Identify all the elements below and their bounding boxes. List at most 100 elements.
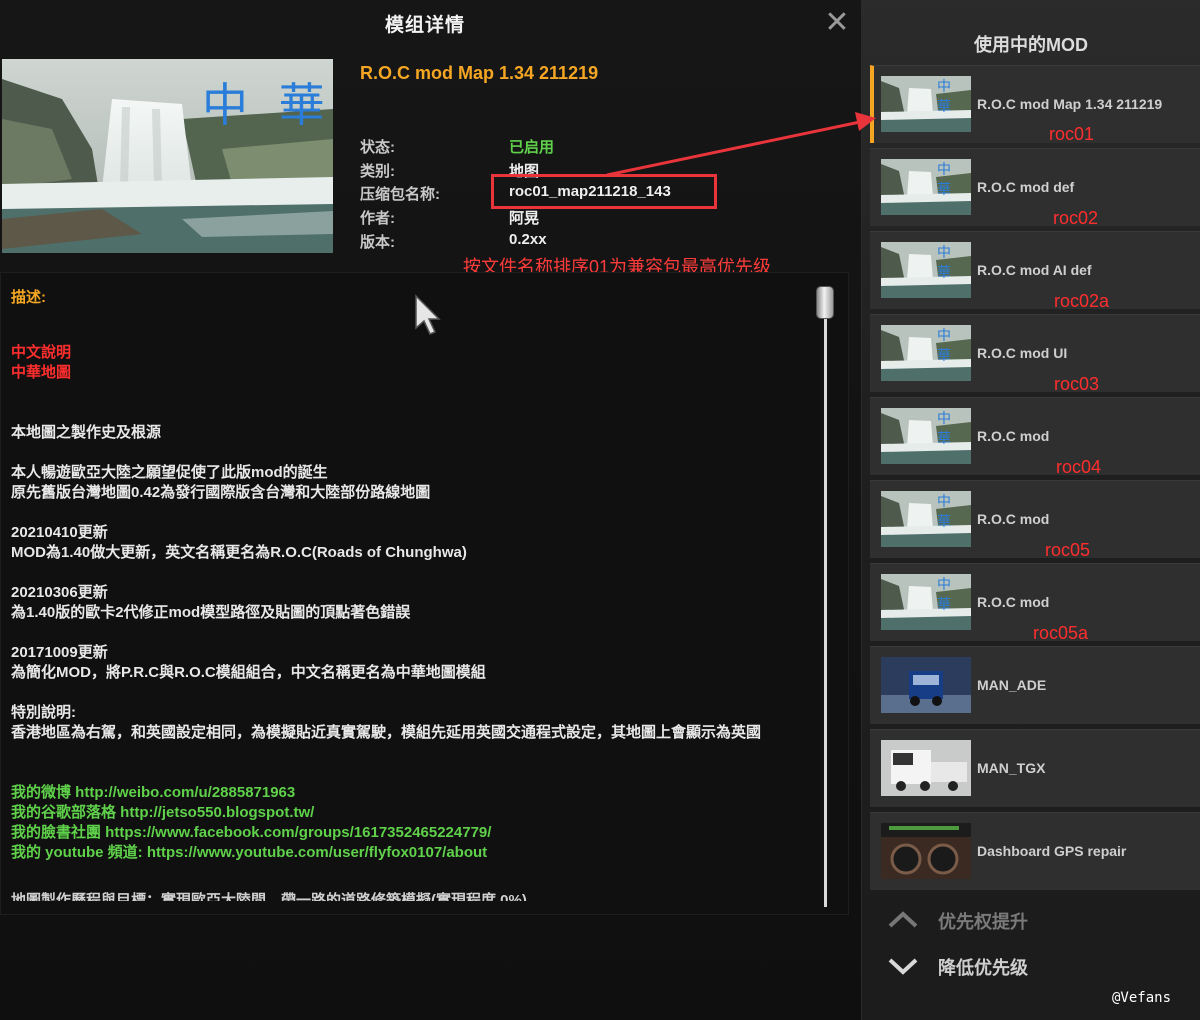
category-label: 类别: <box>360 163 395 180</box>
mod-list-item[interactable]: 中 華 R.O.C mod UI roc03 <box>870 314 1200 394</box>
description-line: 特別說明: <box>11 704 76 721</box>
description-line: 為簡化MOD，將P.R.C與R.O.C模組組合，中文名稱更名為中華地圖模組 <box>11 664 486 681</box>
thumbnail-overlay-text: 中 華 <box>937 577 953 613</box>
thumbnail-overlay-text: 中 華 <box>937 494 953 530</box>
sidebar-title: 使用中的MOD <box>974 35 1088 55</box>
mod-thumbnail: 中 華 <box>881 491 971 547</box>
mod-list-item-label: R.O.C mod AI def <box>977 262 1092 278</box>
description-line: 本地圖之製作史及根源 <box>11 424 162 441</box>
mod-details-dialog: 模组详情 ✕ 中 華 R.O.C mod Map 1.34 211219 状态:… <box>0 0 862 1020</box>
description-line: 中文說明 <box>11 344 72 361</box>
close-button[interactable]: ✕ <box>822 8 852 38</box>
mod-thumbnail: 中 華 <box>881 574 971 630</box>
mod-order-annotation: roc03 <box>1054 374 1100 394</box>
mod-order-annotation: roc02a <box>1054 291 1110 311</box>
mod-list-item[interactable]: 中 華 R.O.C mod AI def roc02a <box>870 231 1200 311</box>
mod-order-annotation: roc01 <box>1049 124 1095 144</box>
description-line: 我的谷歌部落格 http://jetso550.blogspot.tw/ <box>11 804 315 821</box>
mod-list-item[interactable]: Dashboard GPS repair <box>870 812 1200 890</box>
description-line: 20210410更新 <box>11 524 108 541</box>
mod-list-item-label: R.O.C mod Map 1.34 211219 <box>977 96 1163 112</box>
mod-list-item-label: MAN_TGX <box>977 760 1046 776</box>
priority-down-label: 降低优先级 <box>938 958 1028 978</box>
mod-list-item-label: Dashboard GPS repair <box>977 843 1127 859</box>
annotation-highlight-box <box>491 174 717 209</box>
mod-order-annotation: roc05a <box>1033 623 1089 643</box>
description-line: 本人暢遊歐亞大陸之願望促使了此版mod的誕生 <box>11 464 328 481</box>
status-label: 状态: <box>360 139 395 156</box>
thumbnail-overlay-text: 中 華 <box>937 411 953 447</box>
status-value: 已启用 <box>509 139 555 156</box>
mod-preview-image: 中 華 <box>2 59 333 253</box>
mod-thumbnail: 中 華 <box>881 325 971 381</box>
mod-thumbnail <box>881 740 971 796</box>
thumbnail-overlay-text: 中 華 <box>937 162 953 198</box>
chevron-down-icon <box>888 958 918 975</box>
mod-list-item[interactable]: 中 華 R.O.C mod def roc02 <box>870 148 1200 228</box>
description-line: 中華地圖 <box>11 364 72 381</box>
mod-list-item[interactable]: 中 華 R.O.C mod roc05a <box>870 563 1200 643</box>
mouse-cursor-icon <box>415 294 441 335</box>
mod-thumbnail: 中 華 <box>881 242 971 298</box>
priority-up-button[interactable]: 优先权提升 <box>888 904 1138 936</box>
mod-list-item-label: R.O.C mod def <box>977 179 1075 195</box>
mod-list-item-label: R.O.C mod <box>977 594 1050 610</box>
priority-down-button[interactable]: 降低优先级 <box>888 950 1138 982</box>
description-line: 原先舊版台灣地圖0.42為發行國際版含台灣和大陸部份路線地圖 <box>11 484 431 501</box>
description-line: 我的臉書社團 https://www.facebook.com/groups/1… <box>11 824 492 841</box>
mod-list-item-label: R.O.C mod <box>977 428 1050 444</box>
version-value: 0.2xx <box>509 231 547 248</box>
scrollbar-thumb[interactable] <box>816 286 834 319</box>
description-line: MOD為1.40做大更新，英文名稱更名為R.O.C(Roads of Chung… <box>11 544 467 561</box>
watermark-text: @Vefans <box>1112 990 1172 1006</box>
mod-thumbnail: 中 華 <box>881 408 971 464</box>
mod-order-annotation: roc05 <box>1045 540 1091 560</box>
description-text: 中文說明中華地圖本地圖之製作史及根源本人暢遊歐亞大陸之願望促使了此版mod的誕生… <box>11 343 801 901</box>
description-line: 20171009更新 <box>11 644 108 661</box>
mod-title: R.O.C mod Map 1.34 211219 <box>360 63 599 83</box>
mod-order-annotation: roc04 <box>1056 457 1102 477</box>
version-label: 版本: <box>360 234 395 251</box>
mod-thumbnail <box>881 657 971 713</box>
thumbnail-overlay-text: 中 華 <box>937 328 953 364</box>
description-line: 我的微博 http://weibo.com/u/2885871963 <box>11 784 296 801</box>
author-value: 阿晃 <box>509 210 540 227</box>
description-line-clipped: 地圖製作歷程與目標：實現歐亞大陸間，帶一路的道路修築模擬(實現程度 0%) <box>11 892 527 901</box>
chevron-up-icon <box>888 911 918 928</box>
thumbnail-overlay-text: 中 華 <box>937 79 953 115</box>
author-label: 作者: <box>360 210 395 227</box>
mod-thumbnail <box>881 823 971 879</box>
mod-order-annotation: roc02 <box>1053 208 1099 228</box>
mod-list-item[interactable]: 中 華 R.O.C mod roc04 <box>870 397 1200 477</box>
mod-list-item-label: R.O.C mod <box>977 511 1050 527</box>
mod-thumbnail: 中 華 <box>881 159 971 215</box>
description-panel[interactable]: 描述: 中文說明中華地圖本地圖之製作史及根源本人暢遊歐亞大陸之願望促使了此版mo… <box>0 272 849 915</box>
mod-list-item[interactable]: MAN_ADE <box>870 646 1200 724</box>
mod-list-item[interactable]: 中 華 R.O.C mod Map 1.34 211219 roc01 <box>870 65 1200 144</box>
description-line: 20210306更新 <box>11 584 108 601</box>
mod-list-item[interactable]: MAN_TGX <box>870 729 1200 807</box>
priority-up-label: 优先权提升 <box>938 912 1028 932</box>
mod-thumbnail: 中 華 <box>881 76 971 132</box>
description-label: 描述: <box>11 289 46 306</box>
description-line: 為1.40版的歐卡2代修正mod模型路徑及貼圖的頂點著色錯誤 <box>11 604 411 621</box>
thumbnail-overlay-text: 中 華 <box>937 245 953 281</box>
preview-overlay-text: 中 華 <box>202 78 333 132</box>
dialog-title: 模组详情 <box>384 15 465 36</box>
mod-list-item[interactable]: 中 華 R.O.C mod roc05 <box>870 480 1200 560</box>
package-name-label: 压缩包名称: <box>360 186 440 203</box>
scrollbar-track[interactable] <box>824 290 827 907</box>
mod-list-item-label: R.O.C mod UI <box>977 345 1068 361</box>
mod-list-item-label: MAN_ADE <box>977 677 1047 693</box>
description-line: 香港地區為右駕，和英國設定相同，為模擬貼近真實駕駛，模組先延用英國交通程式設定，… <box>11 724 762 741</box>
description-line: 我的 youtube 頻道: https://www.youtube.com/u… <box>11 844 488 861</box>
